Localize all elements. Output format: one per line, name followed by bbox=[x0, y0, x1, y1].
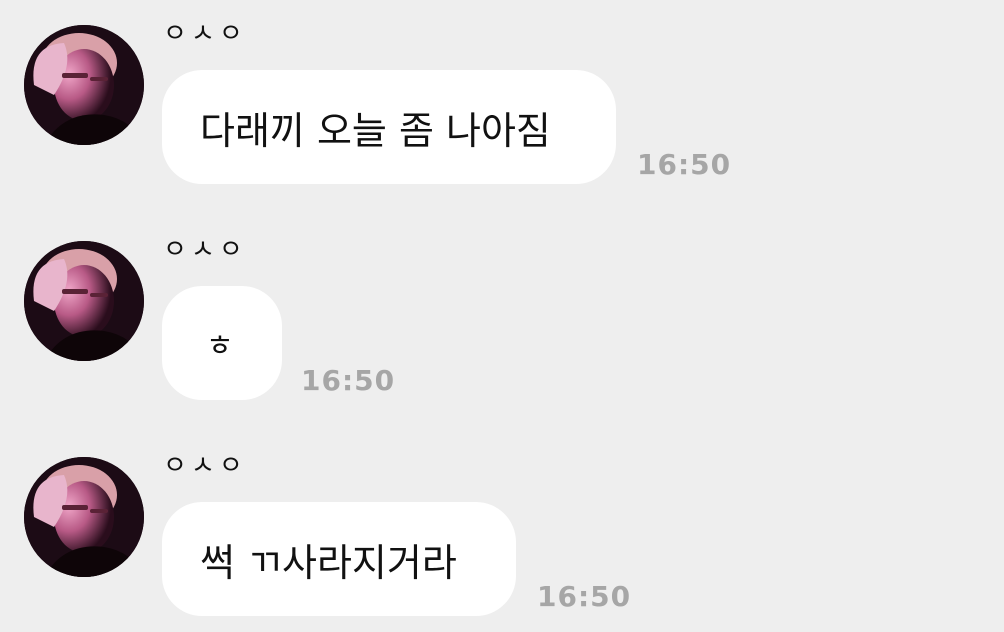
avatar-photo-icon bbox=[24, 457, 144, 577]
message-bubble[interactable]: 썩 ㄲ사라지거라 bbox=[162, 502, 516, 616]
avatar[interactable] bbox=[24, 241, 144, 361]
message-time: 16:50 bbox=[301, 364, 396, 397]
message-time: 16:50 bbox=[637, 148, 732, 181]
message-time: 16:50 bbox=[537, 580, 632, 613]
chat-message: ㅇㅅㅇ 다래끼 오늘 좀 나아짐 16:50 bbox=[0, 0, 1004, 200]
chat-message: ㅇㅅㅇ ㅎ 16:50 bbox=[0, 216, 1004, 416]
avatar[interactable] bbox=[24, 457, 144, 577]
avatar[interactable] bbox=[24, 25, 144, 145]
avatar-photo-icon bbox=[24, 241, 144, 361]
sender-name: ㅇㅅㅇ bbox=[163, 235, 247, 265]
sender-name: ㅇㅅㅇ bbox=[163, 19, 247, 49]
sender-name: ㅇㅅㅇ bbox=[163, 451, 247, 481]
avatar-photo-icon bbox=[24, 25, 144, 145]
message-bubble[interactable]: ㅎ bbox=[162, 286, 282, 400]
message-bubble[interactable]: 다래끼 오늘 좀 나아짐 bbox=[162, 70, 616, 184]
chat-message: ㅇㅅㅇ 썩 ㄲ사라지거라 16:50 bbox=[0, 432, 1004, 632]
